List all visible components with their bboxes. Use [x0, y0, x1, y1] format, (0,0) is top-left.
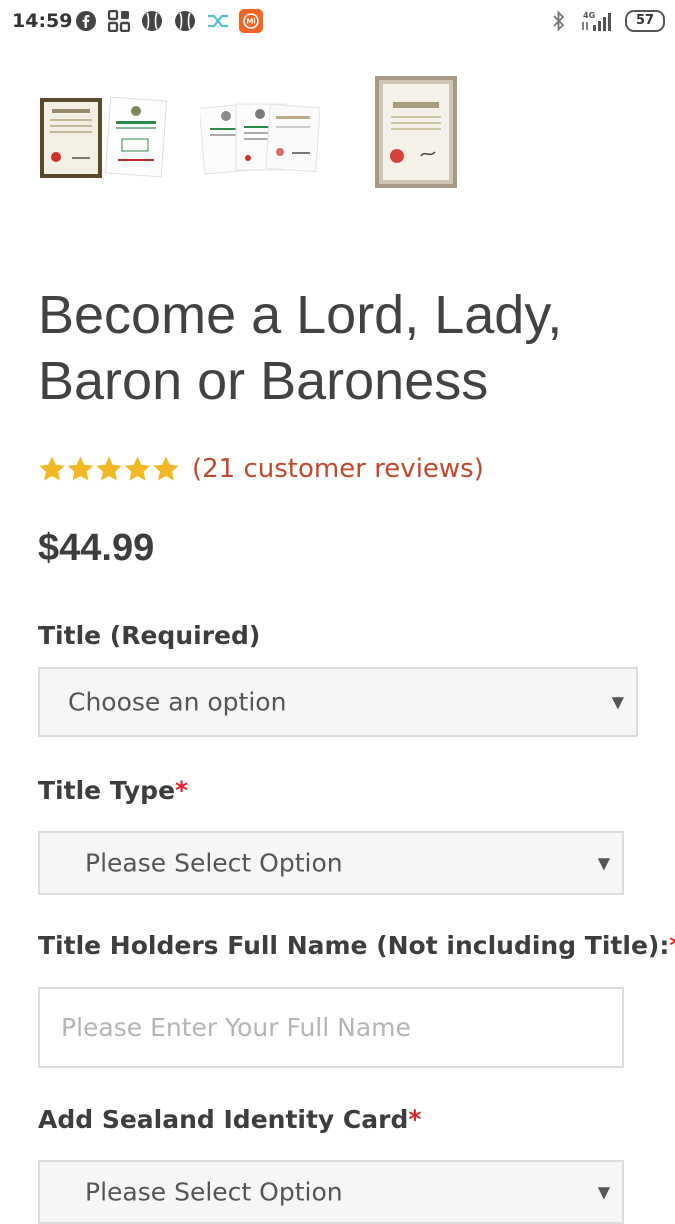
title-type-select[interactable]: Please Select Option ▼ [38, 831, 624, 895]
product-rating: (21 customer reviews) [38, 454, 484, 484]
required-asterisk: * [175, 776, 189, 805]
baseball-icon [173, 9, 197, 33]
required-asterisk: * [669, 931, 675, 960]
dropdown-arrow-icon: ▼ [597, 1182, 610, 1202]
dropdown-arrow-icon: ▼ [597, 853, 610, 873]
grid-app-icon [107, 9, 131, 33]
notification-icons: Mi [74, 9, 263, 33]
product-gallery [38, 70, 638, 195]
reviews-link[interactable]: (21 customer reviews) [192, 454, 484, 484]
facebook-icon [74, 9, 98, 33]
title-select-value: Choose an option [68, 687, 287, 717]
baseball-icon [140, 9, 164, 33]
star-rating [38, 454, 180, 484]
product-price: $44.99 [38, 527, 155, 569]
title-type-label: Title Type* [38, 776, 189, 805]
battery-indicator: 57 [625, 10, 665, 32]
star-icon [39, 456, 179, 481]
full-name-input[interactable] [38, 987, 624, 1068]
svg-text:Mi: Mi [246, 18, 255, 26]
identity-card-label: Add Sealand Identity Card* [38, 1105, 422, 1134]
system-status: 4G 57 [547, 9, 665, 33]
bluetooth-icon [547, 9, 571, 33]
signal-icon: 4G [579, 9, 617, 33]
status-bar: 14:59 Mi 4G 57 [0, 0, 675, 44]
identity-card-select[interactable]: Please Select Option ▼ [38, 1160, 624, 1224]
dropdown-arrow-icon: ▼ [611, 692, 624, 712]
certificate-frame-icon[interactable] [38, 95, 168, 184]
status-time: 14:59 [12, 10, 73, 32]
required-asterisk: * [408, 1105, 422, 1134]
framed-certificate-icon[interactable] [375, 76, 459, 192]
title-select[interactable]: Choose an option ▼ [38, 667, 638, 737]
shuffle-icon [206, 9, 230, 33]
mi-app-icon: Mi [239, 9, 263, 33]
identity-card-select-value: Please Select Option [85, 1177, 343, 1207]
certificate-set-icon[interactable] [198, 100, 321, 179]
full-name-label: Title Holders Full Name (Not including T… [38, 931, 675, 960]
title-label: Title (Required) [38, 621, 261, 650]
title-type-select-value: Please Select Option [85, 848, 343, 878]
product-title: Become a Lord, Lady, Baron or Baroness [38, 285, 563, 411]
network-type: 4G [583, 11, 595, 20]
